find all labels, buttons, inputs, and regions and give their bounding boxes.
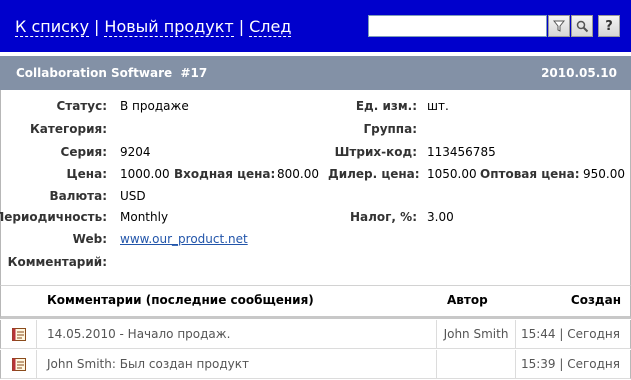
comments-table-header: Комментарии (последние сообщения) Автор … — [0, 286, 631, 319]
comment-text: John Smith: Был создан продукт — [37, 350, 437, 378]
record-date: 2010.05.10 — [541, 66, 617, 80]
record-title-bar: Collaboration Software #17 2010.05.10 — [0, 56, 631, 90]
product-details: Статус: В продаже Ед. изм.: шт. Категори… — [0, 90, 631, 286]
back-to-list-link[interactable]: К списку — [15, 17, 90, 37]
wholesale-price-value: 950.00 — [583, 167, 625, 181]
note-icon — [11, 357, 26, 371]
web-label: Web: — [72, 232, 107, 246]
barcode-label: Штрих-код: — [334, 145, 417, 159]
status-value: В продаже — [120, 99, 189, 113]
note-icon — [11, 327, 26, 341]
comment-icon-cell — [1, 320, 37, 348]
category-label: Категория: — [29, 122, 107, 136]
comment-label: Комментарий: — [7, 255, 107, 269]
tax-label: Налог, %: — [349, 210, 417, 224]
nav-links: К списку | Новый продукт | След — [15, 17, 292, 37]
comment-text: 14.05.2010 - Начало продаж. — [37, 320, 437, 348]
comment-created: 15:39 | Сегодня — [520, 357, 620, 371]
nav-separator: | — [238, 17, 245, 36]
price-label: Цена: — [66, 167, 107, 181]
search-input[interactable] — [368, 15, 547, 37]
currency-value: USD — [120, 189, 146, 203]
group-label: Группа: — [363, 122, 417, 136]
filter-icon — [553, 20, 565, 32]
input-price-label: Входная цена: — [174, 167, 276, 181]
comment-row[interactable]: 14.05.2010 - Начало продаж. John Smith 1… — [0, 320, 631, 349]
new-product-link[interactable]: Новый продукт — [104, 17, 234, 37]
comment-icon-cell — [1, 350, 37, 378]
series-label: Серия: — [60, 145, 107, 159]
author-column-header[interactable]: Автор — [447, 293, 488, 307]
help-button[interactable]: ? — [598, 15, 620, 37]
nav-separator: | — [94, 17, 100, 36]
price-value: 1000.00 — [120, 167, 170, 181]
tax-value: 3.00 — [427, 210, 454, 224]
input-price-value: 800.00 — [277, 167, 319, 181]
unit-label: Ед. изм.: — [355, 99, 417, 113]
wholesale-price-label: Оптовая цена: — [480, 167, 580, 181]
comment-author: John Smith — [437, 320, 516, 348]
series-value: 9204 — [120, 145, 151, 159]
next-link[interactable]: След — [249, 17, 292, 37]
comment-created: 15:44 | Сегодня — [520, 327, 620, 341]
unit-value: шт. — [427, 99, 449, 113]
comments-column-header[interactable]: Комментарии (последние сообщения) — [47, 293, 314, 307]
record-title: Collaboration Software #17 — [16, 66, 208, 80]
top-nav-bar: К списку | Новый продукт | След ? — [0, 0, 631, 52]
search-button[interactable] — [571, 15, 593, 37]
currency-label: Валюта: — [49, 189, 107, 203]
dealer-price-value: 1050.00 — [427, 167, 477, 181]
status-label: Статус: — [56, 99, 107, 113]
dealer-price-label: Дилер. цена: — [328, 167, 420, 181]
comment-row[interactable]: John Smith: Был создан продукт 15:39 | С… — [0, 350, 631, 379]
periodicity-label: Периодичность: — [0, 210, 107, 224]
periodicity-value: Monthly — [120, 210, 169, 224]
web-link[interactable]: www.our_product.net — [120, 232, 248, 246]
comment-author — [437, 350, 516, 378]
barcode-value: 113456785 — [427, 145, 496, 159]
filter-button[interactable] — [548, 15, 570, 37]
search-icon — [576, 20, 588, 32]
created-column-header[interactable]: Создан — [571, 293, 621, 307]
